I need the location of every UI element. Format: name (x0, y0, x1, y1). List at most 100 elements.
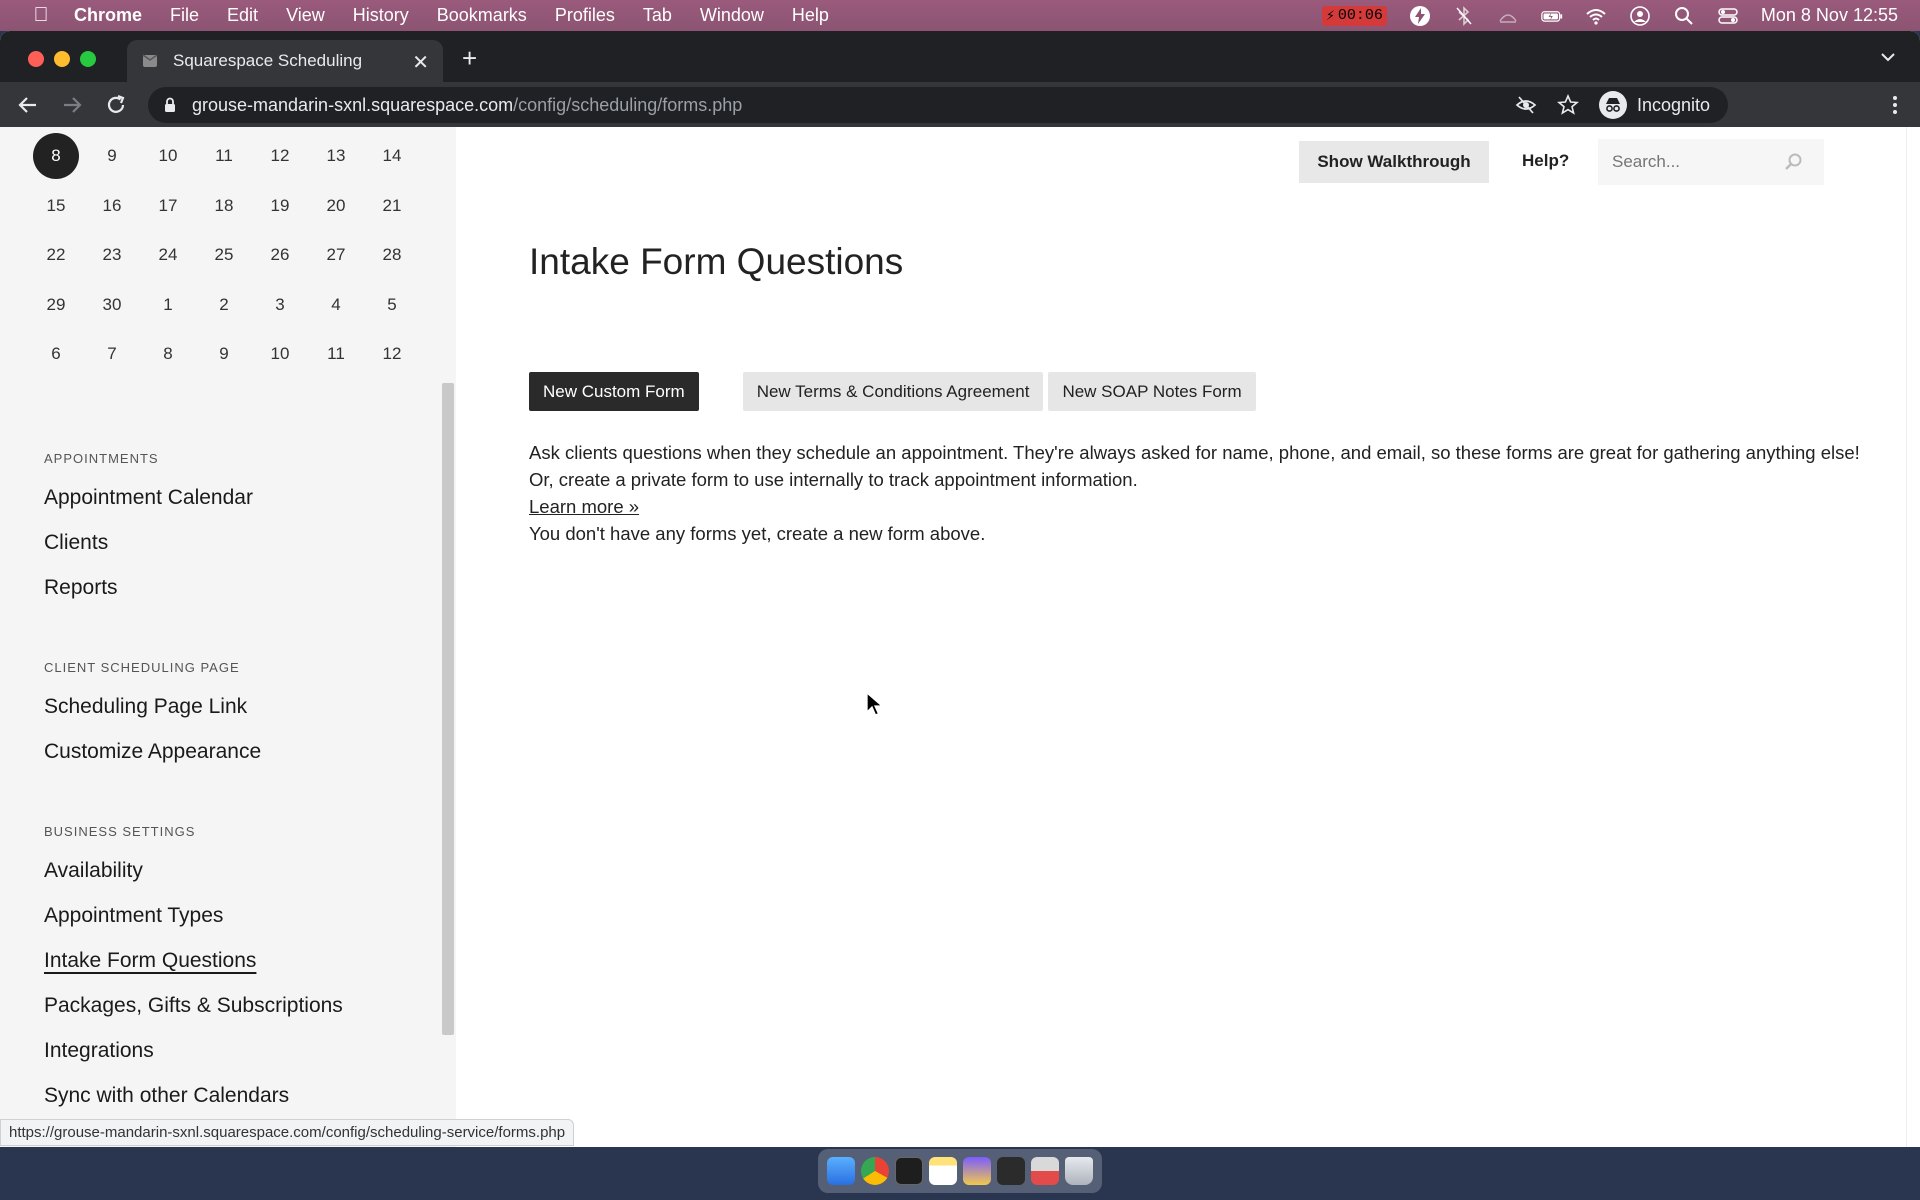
lightning-icon[interactable] (1409, 5, 1431, 27)
calendar-day[interactable]: 27 (308, 232, 364, 278)
calendar-day[interactable]: 11 (196, 133, 252, 179)
battery-icon[interactable] (1541, 5, 1563, 27)
sidebar-item-clients[interactable]: Clients (44, 531, 108, 555)
apple-menu-icon[interactable]:  (26, 4, 56, 27)
calendar-day[interactable]: 11 (308, 331, 364, 377)
menu-edit[interactable]: Edit (227, 5, 258, 26)
calendar-day[interactable]: 10 (252, 331, 308, 377)
calendar-day[interactable]: 1 (140, 282, 196, 328)
control-center-icon[interactable] (1717, 5, 1739, 27)
user-account-icon[interactable] (1629, 5, 1651, 27)
calendar-day[interactable]: 12 (364, 331, 420, 377)
sidebar-item-intake-form-questions[interactable]: Intake Form Questions (44, 949, 256, 973)
bluetooth-off-icon[interactable] (1453, 5, 1475, 27)
calendar-day[interactable]: 29 (28, 282, 84, 328)
minimize-window-button[interactable] (54, 51, 70, 67)
sidebar-item-sync-calendars[interactable]: Sync with other Calendars (44, 1084, 289, 1108)
learn-more-link[interactable]: Learn more » (529, 493, 1889, 520)
calendar-day[interactable]: 20 (308, 183, 364, 229)
tracking-protection-eye-off-icon[interactable] (1515, 94, 1537, 116)
wifi-icon[interactable] (1585, 5, 1607, 27)
notes-app-icon[interactable] (929, 1157, 957, 1185)
calendar-day[interactable]: 28 (364, 232, 420, 278)
close-tab-icon[interactable]: ✕ (412, 50, 429, 75)
calendar-day[interactable]: 10 (140, 133, 196, 179)
screen-recorder-app-icon[interactable] (997, 1157, 1025, 1185)
sidebar-item-integrations[interactable]: Integrations (44, 1039, 154, 1063)
menu-view[interactable]: View (286, 5, 325, 26)
sidebar-item-packages-gifts-subscriptions[interactable]: Packages, Gifts & Subscriptions (44, 994, 343, 1018)
page-scrollbar[interactable] (1906, 127, 1920, 1147)
lock-icon[interactable] (160, 95, 180, 115)
menubar-clock[interactable]: Mon 8 Nov 12:55 (1761, 5, 1898, 26)
incognito-profile-button[interactable]: Incognito (1598, 91, 1728, 119)
new-custom-form-button[interactable]: New Custom Form (529, 372, 699, 411)
zoom-window-button[interactable] (80, 51, 96, 67)
menu-history[interactable]: History (353, 5, 409, 26)
address-bar[interactable]: grouse-mandarin-sxnl.squarespace.com/con… (148, 87, 1728, 123)
sidebar-item-appointment-calendar[interactable]: Appointment Calendar (44, 486, 253, 510)
network-activity-icon[interactable] (1497, 5, 1519, 27)
calendar-day[interactable]: 25 (196, 232, 252, 278)
calendar-day[interactable]: 24 (140, 232, 196, 278)
spotlight-search-icon[interactable] (1673, 5, 1695, 27)
calendar-day[interactable]: 19 (252, 183, 308, 229)
calendar-day[interactable]: 4 (308, 282, 364, 328)
close-window-button[interactable] (28, 51, 44, 67)
help-link[interactable]: Help? (1522, 151, 1569, 171)
tab-search-chevron-icon[interactable] (1878, 47, 1898, 67)
screen-recording-indicator[interactable]: ⚡ 00:06 (1321, 5, 1387, 26)
search-icon[interactable] (1784, 152, 1804, 172)
calendar-day[interactable]: 26 (252, 232, 308, 278)
calendar-day[interactable]: 16 (84, 183, 140, 229)
terminal-app-icon[interactable] (895, 1157, 923, 1185)
forward-arrow-icon[interactable] (60, 93, 84, 117)
sidebar-scrollbar[interactable] (442, 383, 454, 1035)
calendar-day-selected[interactable]: 8 (28, 133, 84, 179)
calendar-day[interactable]: 23 (84, 232, 140, 278)
chrome-app-icon[interactable] (861, 1157, 889, 1185)
calendar-day[interactable]: 21 (364, 183, 420, 229)
sidebar-item-appointment-types[interactable]: Appointment Types (44, 904, 223, 928)
new-soap-notes-form-button[interactable]: New SOAP Notes Form (1048, 372, 1256, 411)
calendar-day[interactable]: 2 (196, 282, 252, 328)
search-input[interactable] (1612, 152, 1792, 172)
sidebar-item-customize-appearance[interactable]: Customize Appearance (44, 740, 261, 764)
menu-bookmarks[interactable]: Bookmarks (437, 5, 527, 26)
menu-window[interactable]: Window (700, 5, 764, 26)
new-tab-icon[interactable]: + (462, 43, 477, 74)
menu-tab[interactable]: Tab (643, 5, 672, 26)
calendar-day[interactable]: 18 (196, 183, 252, 229)
menu-app-chrome[interactable]: Chrome (74, 5, 142, 26)
preview-app-icon[interactable] (1031, 1157, 1059, 1185)
sidebar-item-scheduling-page-link[interactable]: Scheduling Page Link (44, 695, 247, 719)
calendar-day[interactable]: 9 (196, 331, 252, 377)
menu-help[interactable]: Help (792, 5, 829, 26)
bookmark-star-icon[interactable] (1556, 94, 1579, 116)
calendar-day[interactable]: 3 (252, 282, 308, 328)
calendar-day[interactable]: 13 (308, 133, 364, 179)
reload-icon[interactable] (104, 93, 128, 117)
calendar-day[interactable]: 8 (140, 331, 196, 377)
calendar-day[interactable]: 6 (28, 331, 84, 377)
calendar-day[interactable]: 30 (84, 282, 140, 328)
calendar-day[interactable]: 15 (28, 183, 84, 229)
finder-app-icon[interactable] (827, 1157, 855, 1185)
calendar-day[interactable]: 9 (84, 133, 140, 179)
back-arrow-icon[interactable] (16, 93, 40, 117)
calendar-day[interactable]: 7 (84, 331, 140, 377)
bolt-app-icon[interactable] (963, 1157, 991, 1185)
show-walkthrough-button[interactable]: Show Walkthrough (1299, 141, 1489, 183)
calendar-day[interactable]: 5 (364, 282, 420, 328)
sidebar-item-reports[interactable]: Reports (44, 576, 118, 600)
sidebar-item-availability[interactable]: Availability (44, 859, 143, 883)
calendar-day[interactable]: 17 (140, 183, 196, 229)
chrome-menu-icon[interactable] (1888, 93, 1902, 117)
new-terms-agreement-button[interactable]: New Terms & Conditions Agreement (742, 372, 1044, 411)
calendar-day[interactable]: 22 (28, 232, 84, 278)
trash-icon[interactable] (1065, 1157, 1093, 1185)
calendar-day[interactable]: 12 (252, 133, 308, 179)
calendar-day[interactable]: 14 (364, 133, 420, 179)
tab-squarespace-scheduling[interactable]: Squarespace Scheduling ✕ (127, 40, 443, 82)
menu-file[interactable]: File (170, 5, 199, 26)
